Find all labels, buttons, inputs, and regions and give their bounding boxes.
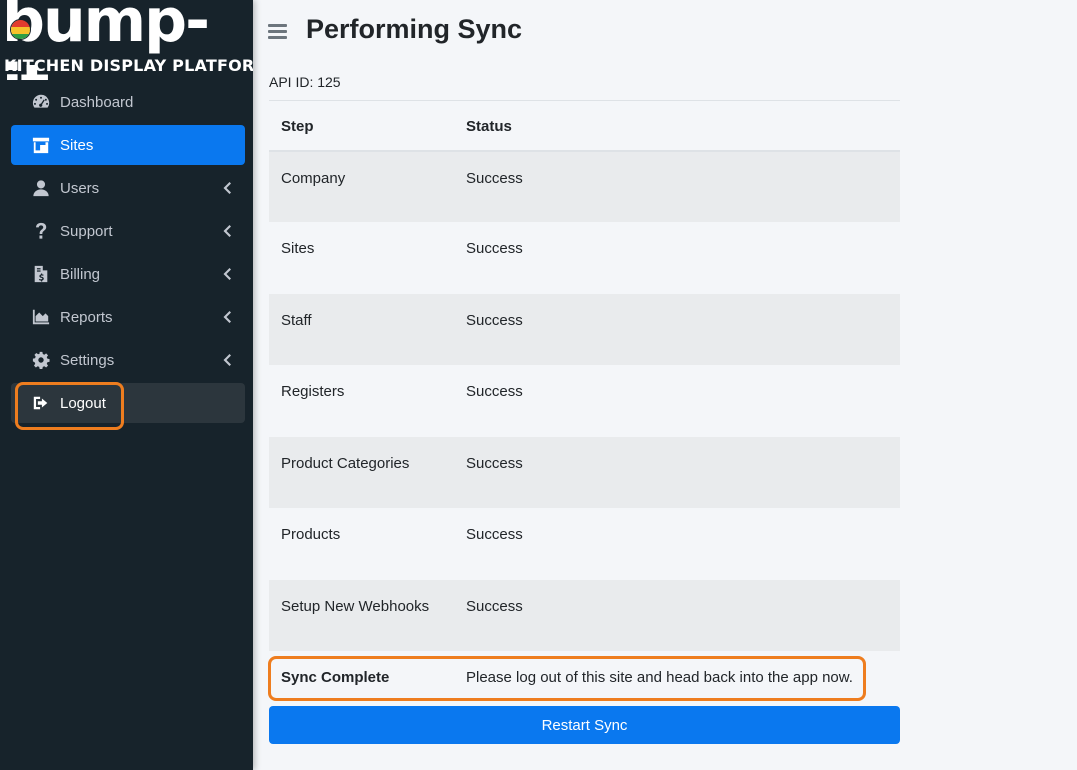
chevron-left-icon bbox=[223, 353, 231, 366]
menu-toggle-icon[interactable] bbox=[268, 24, 287, 40]
chevron-left-icon bbox=[223, 267, 231, 280]
page-title: Performing Sync bbox=[306, 14, 523, 44]
column-header-status: Status bbox=[454, 100, 900, 152]
chevron-left-icon bbox=[223, 181, 231, 194]
table-row: Product Categories Success bbox=[269, 436, 900, 508]
status-cell: Success bbox=[454, 222, 900, 294]
chevron-left-icon bbox=[223, 310, 231, 323]
status-cell: Success bbox=[454, 365, 900, 437]
question-icon bbox=[31, 221, 51, 241]
sidebar-item-label: Sites bbox=[60, 136, 94, 154]
table-row: Company Success bbox=[269, 150, 900, 222]
step-cell: Company bbox=[269, 150, 454, 222]
step-cell: Product Categories bbox=[269, 436, 454, 508]
sidebar-item-label: Support bbox=[60, 222, 113, 240]
status-cell: Success bbox=[454, 508, 900, 580]
column-header-step: Step bbox=[269, 100, 454, 152]
sidebar-item-label: Settings bbox=[60, 351, 115, 369]
sidebar-item-sites[interactable]: Sites bbox=[11, 125, 245, 165]
sidebar-item-billing[interactable]: Billing bbox=[11, 254, 245, 294]
sync-complete-highlight-box bbox=[268, 656, 866, 701]
table-header-row: Step Status bbox=[269, 100, 900, 152]
status-cell: Success bbox=[454, 150, 900, 222]
table-row: Staff Success bbox=[269, 293, 900, 365]
table-row: Registers Success bbox=[269, 365, 900, 437]
sidebar-item-settings[interactable]: Settings bbox=[11, 340, 245, 380]
table-row: Setup New Webhooks Success bbox=[269, 579, 900, 651]
sidebar-item-label: Users bbox=[60, 179, 100, 197]
status-cell: Success bbox=[454, 436, 900, 508]
sidebar-item-reports[interactable]: Reports bbox=[11, 297, 245, 337]
store-icon bbox=[31, 135, 51, 155]
status-cell: Success bbox=[454, 293, 900, 365]
step-cell: Products bbox=[269, 508, 454, 580]
sidebar-item-label: Billing bbox=[60, 265, 101, 283]
chevron-left-icon bbox=[223, 224, 231, 237]
step-cell: Setup New Webhooks bbox=[269, 579, 454, 651]
invoice-icon bbox=[31, 264, 51, 284]
status-cell: Success bbox=[454, 579, 900, 651]
tachometer-icon bbox=[31, 92, 51, 112]
sidebar-item-label: Dashboard bbox=[60, 93, 134, 111]
brand-subtitle: KITCHEN DISPLAY PLATFORM bbox=[4, 56, 253, 75]
brand-dot-icon bbox=[10, 19, 31, 40]
restart-sync-button[interactable]: Restart Sync bbox=[269, 706, 900, 744]
step-cell: Sites bbox=[269, 222, 454, 294]
sidebar-item-support[interactable]: Support bbox=[11, 211, 245, 251]
table-row: Sites Success bbox=[269, 222, 900, 294]
brand-logo[interactable]: bump-it KITCHEN DISPLAY PLATFORM bbox=[0, 0, 253, 80]
sidebar-item-users[interactable]: Users bbox=[11, 168, 245, 208]
logout-highlight-box bbox=[15, 382, 124, 430]
gear-icon bbox=[31, 350, 51, 370]
api-id-label: API ID: 125 bbox=[269, 74, 341, 90]
table-row: Products Success bbox=[269, 508, 900, 580]
sidebar: bump-it KITCHEN DISPLAY PLATFORM Dashboa… bbox=[0, 0, 253, 770]
sync-steps-table: Step Status Company Success Sites Succes… bbox=[269, 100, 900, 700]
step-cell: Registers bbox=[269, 365, 454, 437]
chart-area-icon bbox=[31, 307, 51, 327]
sidebar-nav: Dashboard Sites Users Support Billing Re… bbox=[11, 82, 245, 426]
user-icon bbox=[31, 178, 51, 198]
sidebar-item-dashboard[interactable]: Dashboard bbox=[11, 82, 245, 122]
sidebar-item-label: Reports bbox=[60, 308, 113, 326]
step-cell: Staff bbox=[269, 293, 454, 365]
